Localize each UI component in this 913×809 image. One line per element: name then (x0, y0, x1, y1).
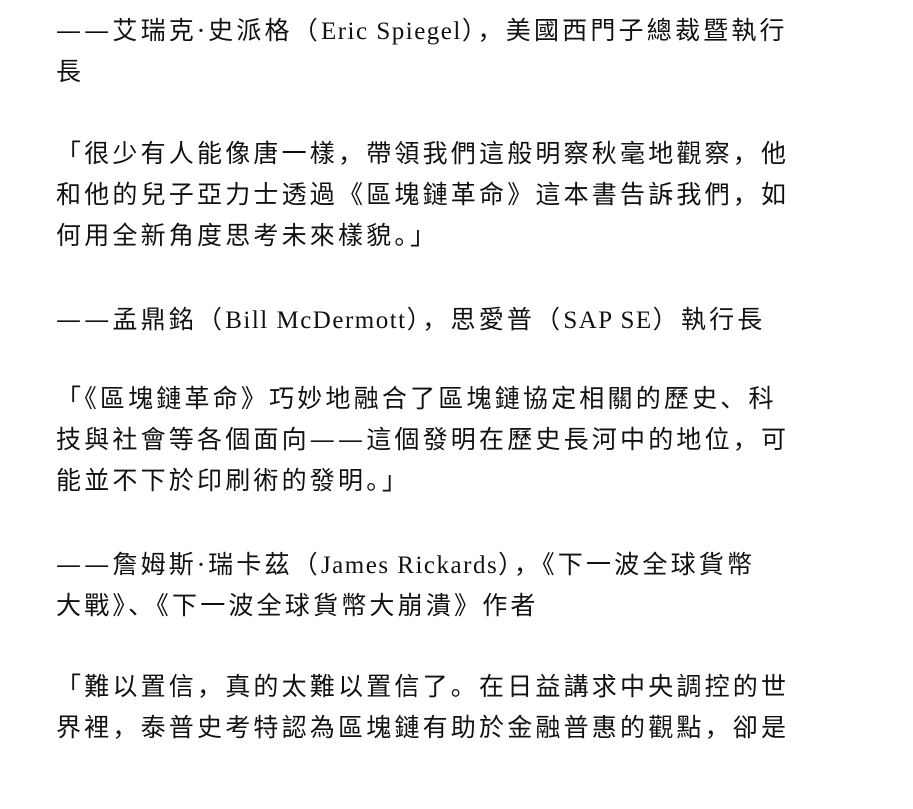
text-line: 能並不下於印刷術的發明。」 (56, 466, 411, 495)
text-line: 和他的兒子亞力士透過《區塊鏈革命》這本書告訴我們，如 (56, 180, 790, 209)
text-line: 界裡，泰普史考特認為區塊鏈有助於金融普惠的觀點，卻是 (56, 713, 790, 742)
quote-paragraph-3: 「難以置信，真的太難以置信了。在日益講求中央調控的世 界裡，泰普史考特認為區塊鏈… (56, 666, 871, 748)
attribution-james-rickards: ——詹姆斯·瑞卡茲（James Rickards），《下一波全球貨幣 大戰》、《… (56, 544, 871, 626)
text-line: 「很少有人能像唐一樣，帶領我們這般明察秋毫地觀察，他 (56, 139, 790, 168)
attribution-bill-mcdermott: ——孟鼎銘（Bill McDermott），思愛普（SAP SE）執行長 (56, 299, 871, 340)
text-line: 「《區塊鏈革命》巧妙地融合了區塊鏈協定相關的歷史、科 (56, 384, 777, 413)
text-line: 「難以置信，真的太難以置信了。在日益講求中央調控的世 (56, 672, 790, 701)
text-line: 長 (56, 57, 85, 86)
text-line: 何用全新角度思考未來樣貌。」 (56, 221, 439, 250)
text-line: ——詹姆斯·瑞卡茲（James Rickards），《下一波全球貨幣 (56, 550, 756, 579)
text-line: 技與社會等各個面向——這個發明在歷史長河中的地位，可 (56, 425, 790, 454)
quote-paragraph-2: 「《區塊鏈革命》巧妙地融合了區塊鏈協定相關的歷史、科 技與社會等各個面向——這個… (56, 378, 871, 501)
attribution-eric-spiegel: ——艾瑞克·史派格（Eric Spiegel），美國西門子總裁暨執行 長 (56, 10, 871, 92)
text-line: 大戰》、《下一波全球貨幣大崩潰》作者 (56, 591, 539, 620)
text-line: ——孟鼎銘（Bill McDermott），思愛普（SAP SE）執行長 (56, 305, 766, 334)
quote-paragraph-1: 「很少有人能像唐一樣，帶領我們這般明察秋毫地觀察，他 和他的兒子亞力士透過《區塊… (56, 133, 871, 256)
text-line: ——艾瑞克·史派格（Eric Spiegel），美國西門子總裁暨執行 (56, 16, 788, 45)
